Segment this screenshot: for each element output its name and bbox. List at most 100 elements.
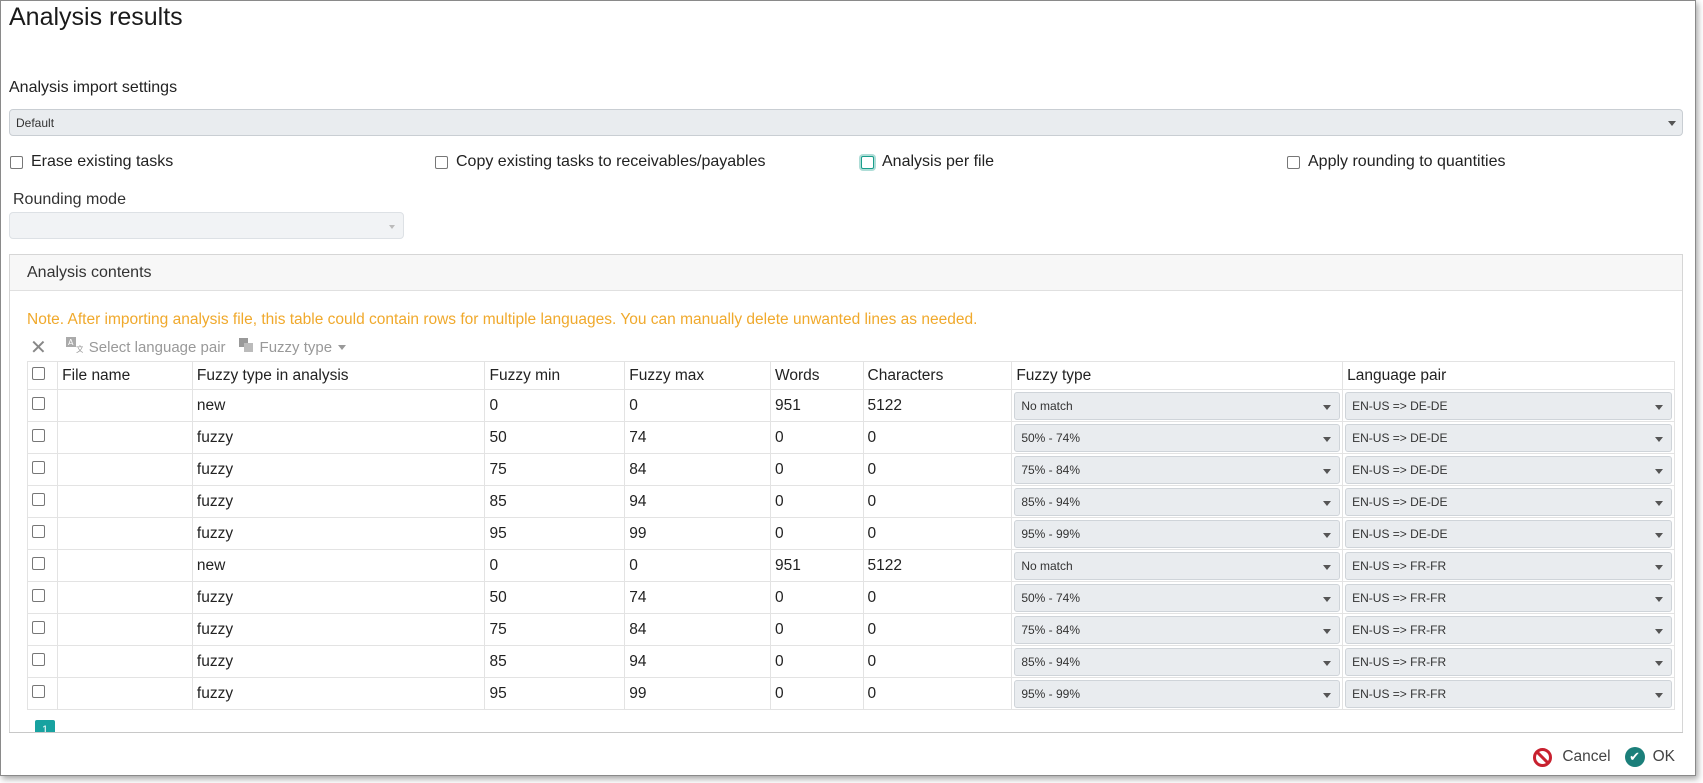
- fuzzy-type-select[interactable]: 95% - 99%: [1014, 679, 1341, 708]
- file-name-cell[interactable]: [57, 485, 193, 518]
- fuzzy-type-select[interactable]: 85% - 94%: [1014, 647, 1341, 676]
- file-name-cell[interactable]: [57, 613, 193, 646]
- col-language-pair[interactable]: Language pair: [1342, 361, 1675, 390]
- col-words[interactable]: Words: [770, 361, 864, 390]
- fuzzy-type-in-analysis-cell[interactable]: fuzzy: [191, 453, 486, 486]
- fuzzy-type-in-analysis-cell[interactable]: fuzzy: [191, 613, 486, 646]
- table-row[interactable]: fuzzy 75 84 0 0 75% - 84% EN-US => DE-DE: [26, 453, 1675, 486]
- words-cell[interactable]: 0: [770, 421, 864, 454]
- col-fuzzy-min[interactable]: Fuzzy min: [484, 361, 626, 390]
- fuzzy-max-cell[interactable]: 84: [624, 613, 772, 646]
- col-fuzzy-max[interactable]: Fuzzy max: [624, 361, 772, 390]
- fuzzy-min-cell[interactable]: 0: [484, 549, 626, 582]
- row-checkbox[interactable]: [32, 588, 45, 602]
- characters-cell[interactable]: 0: [862, 677, 1013, 710]
- row-checkbox[interactable]: [32, 524, 45, 538]
- language-pair-select[interactable]: EN-US => FR-FR: [1345, 679, 1672, 708]
- fuzzy-max-cell[interactable]: 74: [624, 421, 772, 454]
- fuzzy-min-cell[interactable]: 85: [484, 485, 626, 518]
- file-name-cell[interactable]: [57, 677, 193, 710]
- fuzzy-max-cell[interactable]: 94: [624, 485, 772, 518]
- fuzzy-type-select[interactable]: 75% - 84%: [1014, 455, 1341, 484]
- language-pair-select[interactable]: EN-US => DE-DE: [1345, 455, 1672, 484]
- row-checkbox[interactable]: [32, 620, 45, 634]
- characters-cell[interactable]: 0: [862, 421, 1013, 454]
- row-checkbox[interactable]: [32, 556, 45, 570]
- fuzzy-type-select[interactable]: No match: [1014, 551, 1341, 580]
- file-name-cell[interactable]: [57, 549, 193, 582]
- fuzzy-type-dropdown[interactable]: Fuzzy type: [238, 337, 347, 357]
- fuzzy-type-select[interactable]: 50% - 74%: [1014, 423, 1341, 452]
- characters-cell[interactable]: 5122: [862, 389, 1013, 422]
- table-row[interactable]: fuzzy 95 99 0 0 95% - 99% EN-US => DE-DE: [26, 517, 1675, 550]
- fuzzy-min-cell[interactable]: 75: [484, 453, 626, 486]
- import-settings-select[interactable]: Default: [9, 109, 1683, 136]
- apply-rounding-option[interactable]: Apply rounding to quantities: [1287, 153, 1505, 171]
- table-row[interactable]: fuzzy 50 74 0 0 50% - 74% EN-US => FR-FR: [26, 581, 1675, 614]
- fuzzy-type-in-analysis-cell[interactable]: fuzzy: [191, 581, 486, 614]
- file-name-cell[interactable]: [57, 645, 193, 678]
- col-characters[interactable]: Characters: [862, 361, 1013, 390]
- ok-button[interactable]: ✔ OK: [1624, 747, 1675, 767]
- row-checkbox[interactable]: [32, 492, 45, 506]
- apply-rounding-checkbox[interactable]: [1287, 155, 1300, 169]
- select-language-pair-button[interactable]: A文 Select language pair: [65, 336, 226, 358]
- file-name-cell[interactable]: [57, 389, 193, 422]
- fuzzy-max-cell[interactable]: 74: [624, 581, 772, 614]
- row-checkbox[interactable]: [32, 652, 45, 666]
- fuzzy-min-cell[interactable]: 0: [484, 389, 626, 422]
- characters-cell[interactable]: 5122: [862, 549, 1013, 582]
- fuzzy-type-in-analysis-cell[interactable]: fuzzy: [191, 677, 486, 710]
- words-cell[interactable]: 951: [770, 549, 864, 582]
- erase-tasks-checkbox[interactable]: [10, 155, 23, 169]
- characters-cell[interactable]: 0: [862, 485, 1013, 518]
- language-pair-select[interactable]: EN-US => FR-FR: [1345, 615, 1672, 644]
- analysis-per-file-option[interactable]: Analysis per file: [861, 153, 994, 171]
- row-checkbox[interactable]: [32, 684, 45, 698]
- col-file-name[interactable]: File name: [57, 361, 193, 390]
- language-pair-select[interactable]: EN-US => DE-DE: [1345, 391, 1672, 420]
- fuzzy-min-cell[interactable]: 95: [484, 677, 626, 710]
- characters-cell[interactable]: 0: [862, 453, 1013, 486]
- language-pair-select[interactable]: EN-US => DE-DE: [1345, 519, 1672, 548]
- words-cell[interactable]: 0: [770, 517, 864, 550]
- col-fuzzy-type[interactable]: Fuzzy type: [1011, 361, 1344, 390]
- erase-tasks-option[interactable]: Erase existing tasks: [10, 153, 173, 171]
- characters-cell[interactable]: 0: [862, 645, 1013, 678]
- words-cell[interactable]: 0: [770, 485, 864, 518]
- characters-cell[interactable]: 0: [862, 613, 1013, 646]
- fuzzy-max-cell[interactable]: 0: [624, 549, 772, 582]
- copy-tasks-option[interactable]: Copy existing tasks to receivables/payab…: [435, 153, 766, 171]
- table-row[interactable]: fuzzy 85 94 0 0 85% - 94% EN-US => FR-FR: [26, 645, 1675, 678]
- file-name-cell[interactable]: [57, 517, 193, 550]
- table-row[interactable]: fuzzy 75 84 0 0 75% - 84% EN-US => FR-FR: [26, 613, 1675, 646]
- fuzzy-max-cell[interactable]: 94: [624, 645, 772, 678]
- language-pair-select[interactable]: EN-US => DE-DE: [1345, 487, 1672, 516]
- fuzzy-type-in-analysis-cell[interactable]: fuzzy: [191, 421, 486, 454]
- fuzzy-type-select[interactable]: No match: [1014, 391, 1341, 420]
- words-cell[interactable]: 0: [770, 453, 864, 486]
- table-row[interactable]: new 0 0 951 5122 No match EN-US => FR-FR: [26, 549, 1675, 582]
- row-checkbox[interactable]: [32, 460, 45, 474]
- fuzzy-max-cell[interactable]: 0: [624, 389, 772, 422]
- fuzzy-type-in-analysis-cell[interactable]: fuzzy: [191, 645, 486, 678]
- words-cell[interactable]: 0: [770, 613, 864, 646]
- language-pair-select[interactable]: EN-US => FR-FR: [1345, 551, 1672, 580]
- fuzzy-max-cell[interactable]: 84: [624, 453, 772, 486]
- words-cell[interactable]: 951: [770, 389, 864, 422]
- fuzzy-min-cell[interactable]: 75: [484, 613, 626, 646]
- fuzzy-min-cell[interactable]: 95: [484, 517, 626, 550]
- fuzzy-min-cell[interactable]: 85: [484, 645, 626, 678]
- words-cell[interactable]: 0: [770, 581, 864, 614]
- fuzzy-type-in-analysis-cell[interactable]: fuzzy: [191, 485, 486, 518]
- copy-tasks-checkbox[interactable]: [435, 155, 448, 169]
- fuzzy-type-in-analysis-cell[interactable]: new: [191, 389, 486, 422]
- fuzzy-max-cell[interactable]: 99: [624, 677, 772, 710]
- language-pair-select[interactable]: EN-US => FR-FR: [1345, 647, 1672, 676]
- col-fuzzy-type-in-analysis[interactable]: Fuzzy type in analysis: [191, 361, 486, 390]
- delete-button[interactable]: ✕: [30, 335, 53, 360]
- table-row[interactable]: fuzzy 95 99 0 0 95% - 99% EN-US => FR-FR: [26, 677, 1675, 710]
- words-cell[interactable]: 0: [770, 645, 864, 678]
- table-row[interactable]: new 0 0 951 5122 No match EN-US => DE-DE: [26, 389, 1675, 422]
- row-checkbox[interactable]: [32, 396, 45, 410]
